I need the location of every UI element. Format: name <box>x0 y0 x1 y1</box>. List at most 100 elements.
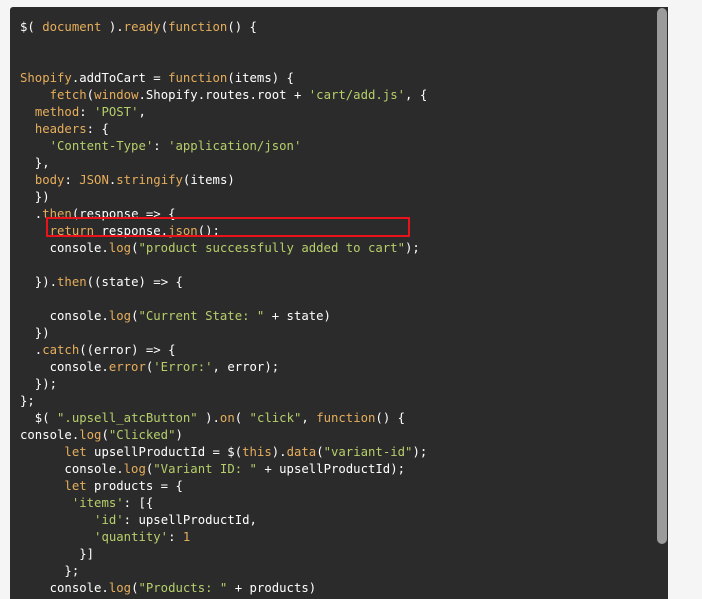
code-token: : <box>168 530 183 544</box>
code-token: let <box>64 445 87 459</box>
code-token: document <box>42 20 102 34</box>
code-token: "product successfully added to cart" <box>138 241 405 255</box>
code-token: }] <box>20 547 95 561</box>
code-token: console. <box>20 241 109 255</box>
code-line: console.error('Error:', error); <box>20 359 427 376</box>
code-token: console. <box>20 581 109 595</box>
code-token: function <box>168 20 228 34</box>
code-token: . <box>20 343 43 357</box>
code-token: method <box>34 105 80 119</box>
code-token: headers <box>34 122 87 136</box>
code-token: $( <box>20 20 43 34</box>
code-line: 'items': [{ <box>20 495 427 512</box>
code-token: "Products: " <box>138 581 228 595</box>
code-token: 'quantity' <box>94 530 169 544</box>
code-token: upsellProductId = $( <box>86 445 243 459</box>
code-token: fetch <box>49 88 87 102</box>
scrollbar-thumb[interactable] <box>657 8 667 544</box>
code-token: log <box>123 462 146 476</box>
code-token: }); <box>20 377 58 391</box>
code-token: . <box>20 207 43 221</box>
code-line: }); <box>20 376 427 393</box>
code-line: Shopify.addToCart = function(items) { <box>20 70 427 87</box>
code-line: console.log("product successfully added … <box>20 240 427 257</box>
code-token: ); <box>412 445 428 459</box>
code-token: window <box>94 88 139 102</box>
code-token: console. <box>20 462 124 476</box>
code-line: let upsellProductId = $(this).data("vari… <box>20 444 427 461</box>
code-line: console.log("Products: " + products) <box>20 580 427 597</box>
code-token: ((state) => { <box>86 275 183 289</box>
code-token: 'id' <box>94 513 124 527</box>
code-token: 'application/json' <box>168 139 302 153</box>
code-token: ready <box>123 20 161 34</box>
code-token: this <box>242 445 272 459</box>
code-content: $( document ).ready(function() { Shopify.… <box>20 19 427 597</box>
code-token: ). <box>197 411 220 425</box>
code-line: console.log("Clicked") <box>20 427 427 444</box>
code-token: : <box>153 139 169 153</box>
code-line: }) <box>20 325 427 342</box>
code-line: .catch((error) => { <box>20 342 427 359</box>
code-token: console. <box>20 428 80 442</box>
code-token: ). <box>101 20 124 34</box>
code-token: body <box>34 173 65 187</box>
code-line: $( document ).ready(function() { <box>20 19 427 36</box>
code-token: : <box>64 173 80 187</box>
code-token: ) <box>175 428 183 442</box>
code-token: log <box>108 241 132 255</box>
code-line: }).then((state) => { <box>20 274 427 291</box>
code-token: function <box>316 411 376 425</box>
code-token: "Clicked" <box>108 428 176 442</box>
code-token: : upsellProductId, <box>123 513 257 527</box>
code-line: body: JSON.stringify(items) <box>20 172 427 189</box>
code-token: () { <box>375 411 406 425</box>
code-token: then <box>57 275 87 289</box>
code-line: headers: { <box>20 121 427 138</box>
code-token: products = { <box>86 479 183 493</box>
code-token: , <box>301 411 317 425</box>
code-line: console.log("Current State: " + state) <box>20 308 427 325</box>
code-token: log <box>79 428 102 442</box>
code-token: }, <box>20 156 50 170</box>
code-token: on <box>219 411 235 425</box>
code-line: let products = { <box>20 478 427 495</box>
code-line: }; <box>20 563 427 580</box>
code-token: : [{ <box>123 496 154 510</box>
code-token: }) <box>20 190 50 204</box>
code-token: "Variant ID: " <box>153 462 257 476</box>
code-line: method: 'POST', <box>20 104 427 121</box>
code-token: , <box>138 105 146 119</box>
code-token: catch <box>42 343 80 357</box>
code-line: }; <box>20 393 427 410</box>
code-block: $( document ).ready(function() { Shopify.… <box>10 7 668 599</box>
code-token: "variant-id" <box>323 445 413 459</box>
code-token: (items) { <box>227 71 294 85</box>
code-token: .addToCart = <box>71 71 169 85</box>
code-line: console.log("Variant ID: " + upsellProdu… <box>20 461 427 478</box>
code-token: 'cart/add.js' <box>308 88 406 102</box>
code-token: console. <box>20 309 109 323</box>
code-token: $( <box>20 411 58 425</box>
code-token: log <box>108 581 132 595</box>
code-token: data <box>286 445 317 459</box>
code-token: + upsellProductId); <box>256 462 406 476</box>
code-token: (items) <box>182 173 235 187</box>
code-token: , error); <box>212 360 280 374</box>
code-line: $( ".upsell_atcButton" ).on( "click", fu… <box>20 410 427 427</box>
code-token: ((error) => { <box>79 343 176 357</box>
code-token: : <box>79 105 95 119</box>
code-token: , { <box>405 88 428 102</box>
code-token: 'Content-Type' <box>49 139 154 153</box>
code-token: () { <box>227 20 257 34</box>
code-token: error <box>108 360 146 374</box>
code-token: let <box>64 479 87 493</box>
